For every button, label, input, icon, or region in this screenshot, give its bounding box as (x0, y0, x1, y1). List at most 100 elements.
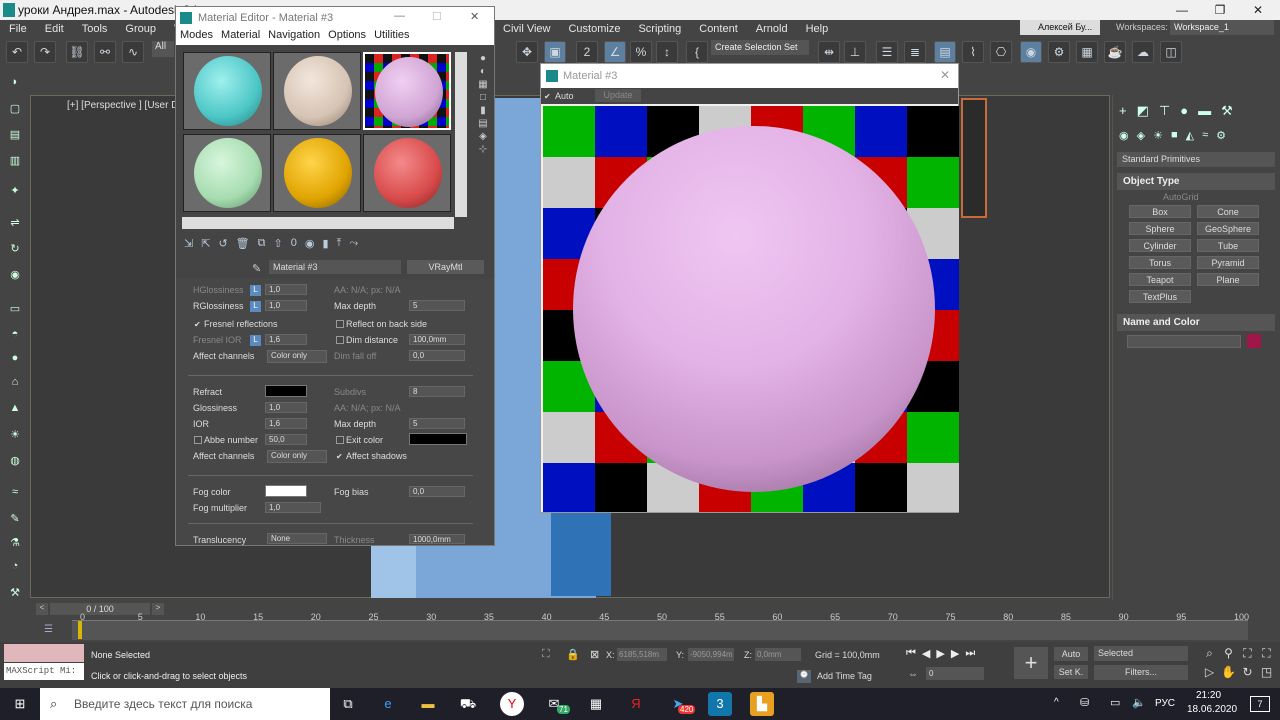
fog-multiplier-spinner[interactable]: 1,0 (265, 502, 321, 513)
cameras-icon[interactable]: ■ (1171, 129, 1178, 145)
material-slot-2[interactable] (273, 52, 361, 130)
mirror-icon[interactable]: ⇹ (818, 41, 840, 63)
object-type-header[interactable]: Object Type (1117, 173, 1275, 190)
object-color-swatch[interactable] (1247, 334, 1261, 348)
box-button[interactable]: Box (1129, 205, 1191, 218)
geosphere-button[interactable]: GeoSphere (1197, 222, 1259, 235)
yandex-browser-icon[interactable]: Y (500, 692, 524, 716)
material-editor-icon[interactable]: ◉ (1020, 41, 1042, 63)
windows-start-icon[interactable]: ⊞ (8, 692, 32, 716)
dim-distance-spinner[interactable]: 100,0mm (409, 334, 465, 345)
uv-tiling-icon[interactable]: □ (474, 92, 492, 103)
menu-civil-view[interactable]: Civil View (494, 23, 559, 35)
tray-network-icon[interactable]: ⛁ (1080, 696, 1089, 709)
selection-lock-icon[interactable]: 🔒 (566, 648, 580, 661)
me-maximize-icon[interactable]: ☐ (432, 10, 442, 23)
cone-button[interactable]: Cone (1197, 205, 1259, 218)
reset-map-icon[interactable]: ↺ (218, 237, 227, 253)
tray-language[interactable]: РУС (1155, 698, 1175, 709)
tray-volume-icon[interactable]: 🔈 (1132, 696, 1146, 709)
app-taskbar-icon[interactable]: ▙ (750, 692, 774, 716)
tool-icon-3[interactable]: ▤ (6, 128, 24, 144)
3dsmax-taskbar-icon[interactable]: 3 (708, 692, 732, 716)
select-object-icon[interactable]: ▣ (544, 41, 566, 63)
lock-icon-2[interactable]: L (250, 301, 261, 312)
time-slider[interactable]: 0 / 100 (50, 603, 150, 615)
select-by-material-icon[interactable]: ⊹ (474, 144, 492, 155)
tool-icon-5[interactable]: ✦ (6, 184, 24, 200)
tool-icon-14[interactable]: ☀ (6, 428, 24, 444)
material-slot-3-active[interactable] (363, 52, 451, 130)
fresnel-ior-spinner[interactable]: 1,6 (265, 334, 307, 345)
autogrid-label[interactable]: AutoGrid (1163, 192, 1199, 202)
lights-icon[interactable]: ☀ (1153, 129, 1163, 145)
tool-icon-7[interactable]: ↻ (6, 242, 24, 258)
file-explorer-icon[interactable]: ▬ (416, 692, 440, 716)
get-material-icon[interactable]: ⇲ (184, 237, 193, 253)
z-coordinate-field[interactable]: 0,0mm (755, 648, 801, 661)
prev-frame-icon[interactable]: ◀ (922, 647, 930, 663)
primitives-dropdown[interactable]: Standard Primitives (1117, 152, 1275, 167)
tool-icon-9[interactable]: ▭ (6, 302, 24, 318)
fog-color-swatch[interactable] (265, 485, 307, 497)
make-unique-icon[interactable]: ⧉ (258, 237, 266, 253)
link-icon[interactable]: ⛓ (66, 41, 88, 63)
material-slot-5[interactable] (273, 134, 361, 212)
helpers-icon[interactable]: ◭ (1186, 129, 1194, 145)
name-and-color-header[interactable]: Name and Color (1117, 314, 1275, 331)
affect-channels-dropdown[interactable]: Color only (267, 350, 327, 363)
tool-icon-4[interactable]: ▥ (6, 154, 24, 170)
fog-bias-spinner[interactable]: 0,0 (409, 486, 465, 497)
tray-battery-icon[interactable]: ▭ (1110, 696, 1120, 709)
tool-icon-12[interactable]: ⌂ (6, 376, 24, 392)
notification-icon[interactable]: 7 (1250, 696, 1270, 712)
render-iterative-icon[interactable]: ◫ (1160, 41, 1182, 63)
angle-snap-icon[interactable]: ∠ (604, 41, 626, 63)
task-view-icon[interactable]: ⧉ (336, 692, 360, 716)
affect-shadows-check-icon[interactable]: ✔ (336, 452, 343, 461)
tool-icon-19[interactable]: ◔ (6, 560, 24, 576)
me-menu-navigation[interactable]: Navigation (264, 29, 324, 45)
menu-content[interactable]: Content (690, 23, 747, 35)
menu-customize[interactable]: Customize (559, 23, 629, 35)
create-tab-icon[interactable]: + (1119, 103, 1127, 121)
filters-button[interactable]: Filters... (1094, 665, 1188, 680)
utilities-tab-icon[interactable]: ⚒ (1221, 103, 1233, 121)
curve-editor-icon[interactable]: ⌇ (962, 41, 984, 63)
spinner-snap-icon[interactable]: ↕ (656, 41, 678, 63)
thickness-spinner[interactable]: 1000,0mm (409, 534, 465, 544)
menu-scripting[interactable]: Scripting (629, 23, 690, 35)
delete-icon[interactable]: 🗑 (236, 237, 250, 253)
material-slot-4[interactable] (183, 134, 271, 212)
scene-explorer-icon[interactable]: ☰ (876, 41, 898, 63)
taskbar-search-box[interactable]: Введите здесь текст для поиска (40, 688, 330, 720)
max-depth-spinner[interactable]: 5 (409, 300, 465, 311)
hglossiness-spinner[interactable]: 1,0 (265, 284, 307, 295)
key-mode-icon[interactable]: ⇔ (908, 669, 918, 680)
eyedropper-icon[interactable]: ✎ (252, 262, 261, 275)
tool-icon-16[interactable]: ≈ (6, 486, 24, 502)
hierarchy-tab-icon[interactable]: ⊤ (1159, 103, 1170, 121)
tray-chevron-icon[interactable]: ^ (1054, 697, 1059, 708)
material-name-dropdown[interactable]: Material #3 (269, 260, 401, 274)
timeline-prev-icon[interactable]: < (36, 603, 48, 615)
undo-icon[interactable]: ↶ (6, 41, 28, 63)
teapot-button[interactable]: Teapot (1129, 273, 1191, 286)
tool-icon-1[interactable]: ◗ (6, 76, 24, 92)
menu-tools[interactable]: Tools (73, 23, 117, 35)
menu-arnold[interactable]: Arnold (747, 23, 797, 35)
modify-tab-icon[interactable]: ◩ (1137, 103, 1149, 121)
refract-color-swatch[interactable] (265, 385, 307, 397)
put-to-library-icon[interactable]: ⇧ (273, 237, 282, 253)
close-icon[interactable]: ✕ (1240, 0, 1276, 20)
backlight-icon[interactable]: ◐ (474, 66, 492, 77)
menu-group[interactable]: Group (116, 23, 165, 35)
video-color-icon[interactable]: ▮ (474, 105, 492, 116)
display-tab-icon[interactable]: ▬ (1198, 103, 1211, 121)
render-cloud-icon[interactable]: ☁ (1132, 41, 1154, 63)
tool-icon-6[interactable]: ⇌ (6, 216, 24, 232)
maxscript-mini-listener[interactable]: MAXScript Mi: (4, 663, 84, 680)
tool-icon-11[interactable]: ● (6, 352, 24, 368)
play-icon[interactable]: ▶ (936, 647, 944, 663)
geometry-icon[interactable]: ◉ (1119, 129, 1129, 145)
